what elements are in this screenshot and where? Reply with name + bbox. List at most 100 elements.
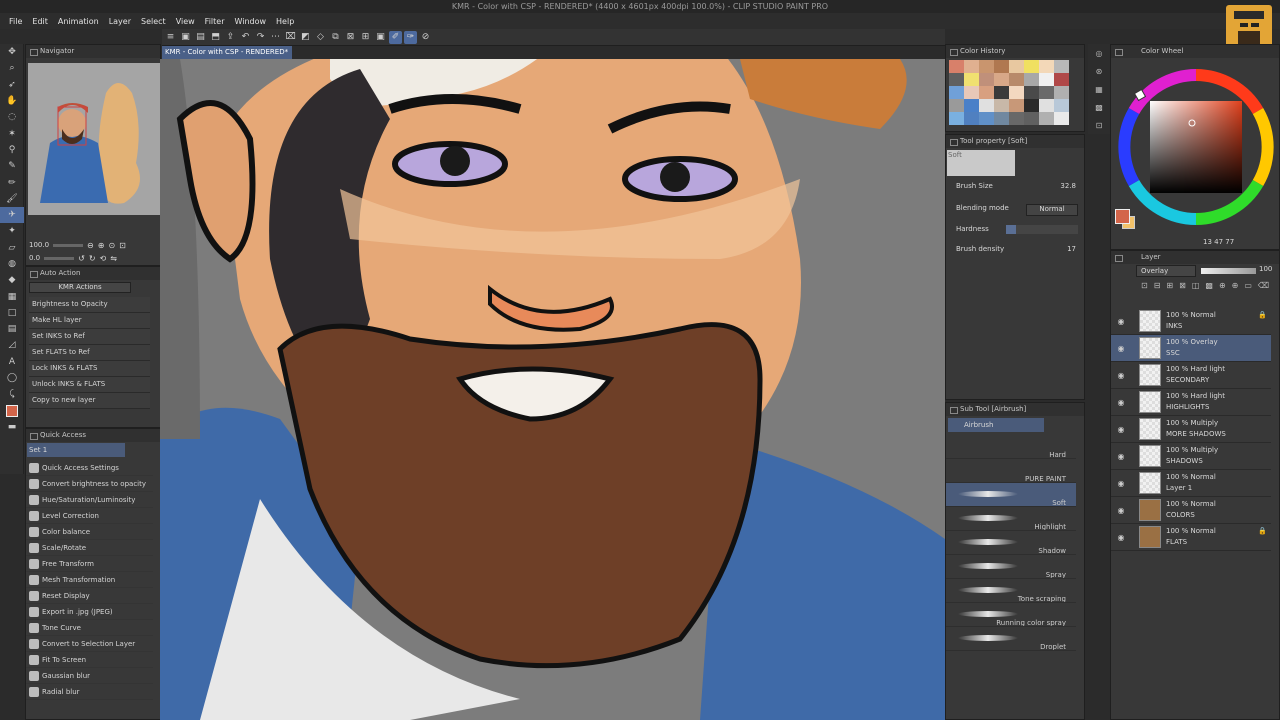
gradient-icon[interactable]: ▦ [0, 288, 24, 304]
rotate-left-icon[interactable]: ↺ [78, 254, 85, 263]
menu-window[interactable]: Window [229, 17, 271, 26]
menu-animation[interactable]: Animation [53, 17, 104, 26]
frame-icon[interactable]: ▤ [0, 321, 24, 337]
brush-item[interactable]: Running color spray [946, 603, 1076, 627]
brush-item[interactable]: Hard [946, 435, 1076, 459]
quick-access-item[interactable]: Convert brightness to opacity [26, 476, 153, 492]
quick-access-item[interactable]: Hue/Saturation/Luminosity [26, 492, 153, 508]
history-swatch[interactable] [949, 86, 964, 99]
opacity-slider[interactable] [1201, 268, 1256, 274]
airbrush-icon[interactable]: ✈ [0, 206, 24, 224]
hardness-row[interactable]: Hardness [956, 225, 1078, 237]
ruler-snap-icon[interactable]: ⊞ [359, 31, 372, 44]
history-swatch[interactable] [979, 60, 994, 73]
artwork[interactable] [160, 59, 945, 720]
action-item[interactable]: Lock INKS & FLATS [29, 361, 150, 377]
main-color-swatch[interactable] [1115, 209, 1135, 229]
layer-row[interactable]: ◉ 100 % Overlay SSC [1111, 335, 1271, 362]
quick-access-item[interactable]: Scale/Rotate [26, 540, 153, 556]
new-vector-icon[interactable]: ⊕ [1232, 281, 1239, 305]
quick-access-item[interactable]: Free Transform [26, 556, 153, 572]
history-swatch[interactable] [1009, 86, 1024, 99]
draft-icon[interactable]: ⊠ [1179, 281, 1186, 305]
color-set-tab-icon[interactable]: ⊛ [1088, 62, 1110, 80]
visibility-icon[interactable]: ◉ [1111, 533, 1131, 542]
new-icon[interactable]: ▣ [179, 31, 192, 44]
history-swatch[interactable] [1054, 112, 1069, 125]
history-swatch[interactable] [1024, 99, 1039, 112]
action-item[interactable]: Brightness to Opacity [29, 297, 150, 313]
history-swatch[interactable] [1054, 86, 1069, 99]
grid-icon[interactable]: ⊠ [344, 31, 357, 44]
action-set-select[interactable]: KMR Actions [29, 282, 131, 293]
history-swatch[interactable] [1054, 99, 1069, 112]
history-swatch[interactable] [1054, 60, 1069, 73]
layer-row[interactable]: ◉ 100 % Multiply MORE SHADOWS [1111, 416, 1271, 443]
delete-layer-icon[interactable]: ⌫ [1258, 281, 1269, 305]
menu-icon[interactable]: ≡ [164, 31, 177, 44]
action-item[interactable]: Set FLATS to Ref [29, 345, 150, 361]
actual-size-icon[interactable]: ⊡ [119, 241, 126, 250]
menu-layer[interactable]: Layer [104, 17, 136, 26]
history-swatch[interactable] [979, 73, 994, 86]
intermediate-tab-icon[interactable]: ▦ [1088, 80, 1110, 98]
history-swatch[interactable] [964, 60, 979, 73]
history-swatch[interactable] [949, 112, 964, 125]
stroke-icon[interactable]: ✐ [389, 30, 402, 44]
reset-rotate-icon[interactable]: ⟲ [100, 254, 107, 263]
zoom-icon[interactable]: ⌕ [0, 60, 24, 76]
history-swatch[interactable] [979, 86, 994, 99]
move-icon[interactable]: ✥ [0, 44, 24, 60]
angle-value[interactable]: 0.0 [29, 254, 40, 262]
brush-item[interactable]: PURE PAINT [946, 459, 1076, 483]
blend-icon[interactable]: ◍ [0, 256, 24, 272]
history-swatch[interactable] [979, 112, 994, 125]
visibility-icon[interactable]: ◉ [1111, 344, 1131, 353]
scale-icon[interactable]: ⧉ [329, 31, 342, 44]
menu-filter[interactable]: Filter [200, 17, 230, 26]
history-swatch[interactable] [1009, 99, 1024, 112]
history-swatch[interactable] [994, 86, 1009, 99]
color-swatch-icon[interactable] [0, 403, 24, 419]
menu-file[interactable]: File [4, 17, 27, 26]
density-value[interactable]: 17 [1067, 245, 1076, 257]
blending-select[interactable]: Normal [1026, 204, 1078, 216]
brush-item[interactable]: Shadow [946, 531, 1076, 555]
brush-size-value[interactable]: 32.8 [1060, 182, 1076, 198]
brush-icon[interactable]: 🖌 [0, 191, 24, 207]
quick-access-item[interactable]: Convert to Selection Layer [26, 636, 153, 652]
visibility-icon[interactable]: ◉ [1111, 479, 1131, 488]
operation-icon[interactable]: ➶ [0, 77, 24, 93]
history-swatch[interactable] [1009, 73, 1024, 86]
history-swatch[interactable] [994, 73, 1009, 86]
angle-slider[interactable] [44, 256, 75, 260]
history-swatch[interactable] [949, 60, 964, 73]
action-item[interactable]: Make HL layer [29, 313, 150, 329]
lock-icon[interactable]: 🔒 [1258, 527, 1267, 535]
ruler-icon[interactable]: ◿ [0, 337, 24, 353]
layer-row[interactable]: ◉ 100 % Normal FLATS 🔒 [1111, 524, 1271, 551]
quick-access-item[interactable]: Export in .jpg (JPEG) [26, 604, 153, 620]
brush-size-row[interactable]: Brush Size 32.8 [956, 182, 1076, 198]
export-icon[interactable]: ⇪ [224, 31, 237, 44]
visibility-icon[interactable]: ◉ [1111, 371, 1131, 380]
action-item[interactable]: Unlock INKS & FLATS [29, 377, 150, 393]
hand-icon[interactable]: ✋ [0, 93, 24, 109]
lock-icon[interactable]: ⊡ [1141, 281, 1148, 305]
quick-access-item[interactable]: Radial blur [26, 684, 153, 700]
lasso-icon[interactable]: ◌ [0, 109, 24, 125]
history-swatch[interactable] [979, 99, 994, 112]
history-tab-icon[interactable]: ⊡ [1088, 116, 1110, 134]
fit-icon[interactable]: ⊙ [108, 241, 115, 250]
eyedropper-icon[interactable]: ⚲ [0, 142, 24, 158]
history-swatch[interactable] [964, 112, 979, 125]
history-swatch[interactable] [964, 86, 979, 99]
flip-icon[interactable]: ⇋ [110, 254, 117, 263]
brush-item[interactable]: Soft [946, 483, 1076, 507]
visibility-icon[interactable]: ◉ [1111, 506, 1131, 515]
history-swatch[interactable] [1054, 73, 1069, 86]
color-layer-icon[interactable]: ▩ [1205, 281, 1213, 305]
quick-access-item[interactable]: Level Correction [26, 508, 153, 524]
color-wheel-tab-icon[interactable]: ◎ [1088, 44, 1110, 62]
history-swatch[interactable] [994, 60, 1009, 73]
